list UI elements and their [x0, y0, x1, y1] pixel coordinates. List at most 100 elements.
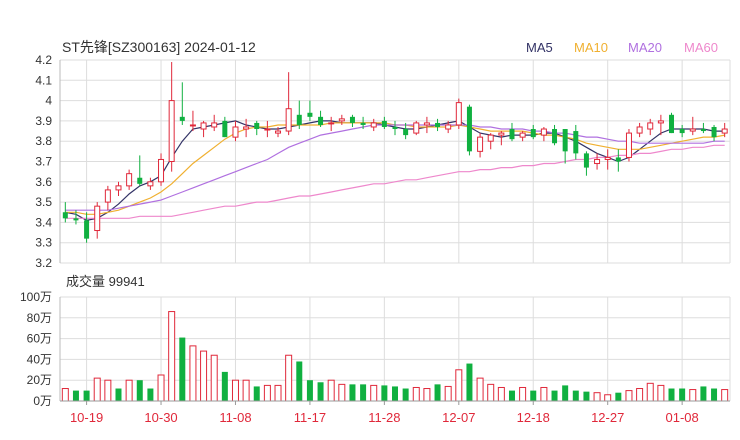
candle [179, 82, 185, 125]
candle-body [307, 112, 313, 117]
volume-bar [104, 379, 112, 402]
candle-body [392, 126, 398, 130]
candle [211, 114, 218, 132]
candle [168, 62, 175, 172]
candle [509, 122, 515, 142]
volume-bar [93, 377, 101, 402]
candle [413, 120, 420, 136]
candle [487, 133, 494, 150]
candle-body [211, 122, 218, 128]
date-tick-label: 11-08 [219, 410, 251, 425]
candle-body [232, 126, 239, 138]
candle-body [711, 126, 717, 138]
candle [158, 153, 165, 186]
candle-body [137, 177, 143, 184]
volume-bar [263, 384, 271, 402]
volume-bar [615, 392, 622, 401]
volume-bar [711, 388, 718, 401]
candle [328, 116, 335, 132]
candle [615, 149, 621, 172]
candle-body [296, 114, 302, 125]
candle-body [604, 156, 611, 160]
price-tick-label: 3.4 [35, 215, 52, 229]
volume-bar [423, 388, 431, 402]
candle [540, 126, 547, 142]
legend-ma20: MA20 [628, 40, 662, 55]
volume-label: 成交量 99941 [66, 274, 145, 289]
stock-chart: ST先锋[SZ300163] 2024-01-12 MA5 MA10 MA20 … [20, 39, 731, 425]
volume-bar [242, 379, 250, 402]
candle [594, 153, 601, 170]
volume-bar [210, 354, 218, 402]
candle-body [179, 116, 185, 121]
candle-body [104, 189, 111, 203]
ma5-line [65, 120, 725, 222]
volume-bar [497, 386, 505, 402]
candle [625, 129, 632, 162]
candle [477, 133, 484, 158]
candle [232, 120, 239, 142]
candle [115, 181, 122, 197]
volume-bar [646, 382, 654, 402]
candle [84, 212, 90, 243]
volume-bar [221, 371, 228, 401]
volume-bar [327, 379, 335, 402]
candle-body [338, 118, 345, 122]
volume-bar [306, 380, 313, 401]
candle-body [498, 132, 505, 136]
volume-bar [392, 386, 398, 401]
candle [392, 120, 398, 136]
candle [296, 100, 302, 130]
volume-bar [317, 382, 324, 401]
volume-bar [231, 379, 239, 402]
candle [604, 149, 611, 170]
candle-body [657, 120, 664, 124]
date-tick-label: 12-07 [442, 410, 475, 425]
volume-bar [157, 374, 165, 402]
volume-bar [551, 390, 558, 401]
candle-body [349, 116, 355, 123]
volume-bar [721, 389, 729, 402]
candle-body [94, 205, 101, 232]
volume-bar [679, 388, 686, 401]
price-tick-label: 3.6 [35, 175, 52, 189]
candle [573, 124, 579, 160]
candle-body [243, 126, 250, 130]
legend-ma60: MA60 [684, 40, 718, 55]
candle-body [423, 122, 430, 126]
candle-body [222, 120, 228, 138]
candle [498, 131, 505, 146]
candle-body [552, 129, 558, 144]
volume-bar [360, 384, 367, 401]
moving-average-lines [65, 120, 725, 222]
candle-body [370, 122, 377, 128]
candle [126, 169, 133, 190]
volume-bar [657, 384, 665, 402]
volume-bar [381, 385, 388, 401]
candle-body [530, 129, 536, 138]
candle [519, 131, 526, 142]
candle [669, 112, 675, 134]
legend: MA5 MA10 MA20 MA60 [526, 40, 718, 55]
volume-tick-label: 80万 [27, 311, 52, 325]
candle [264, 120, 271, 138]
candle [583, 151, 589, 176]
date-axis: 10-19 10-30 11-08 11-17 11-28 12-07 12-18 12-27… [60, 400, 730, 425]
volume-bar [593, 392, 601, 402]
candle-body [625, 132, 632, 158]
volume-bar [253, 386, 260, 401]
candle [285, 72, 292, 136]
price-tick-label: 3.5 [35, 195, 52, 209]
volume-bar [168, 311, 176, 402]
candle-body [477, 136, 484, 152]
volume-bar [636, 388, 644, 402]
candle [222, 116, 228, 138]
candle [381, 116, 387, 130]
volume-bar [519, 386, 527, 402]
candle [689, 116, 696, 136]
volume-bar [508, 390, 515, 401]
candle-body [403, 129, 409, 136]
chart-title: ST先锋[SZ300163] 2024-01-12 [62, 39, 256, 55]
price-tick-label: 3.8 [35, 134, 52, 148]
volume-bar [700, 386, 707, 401]
